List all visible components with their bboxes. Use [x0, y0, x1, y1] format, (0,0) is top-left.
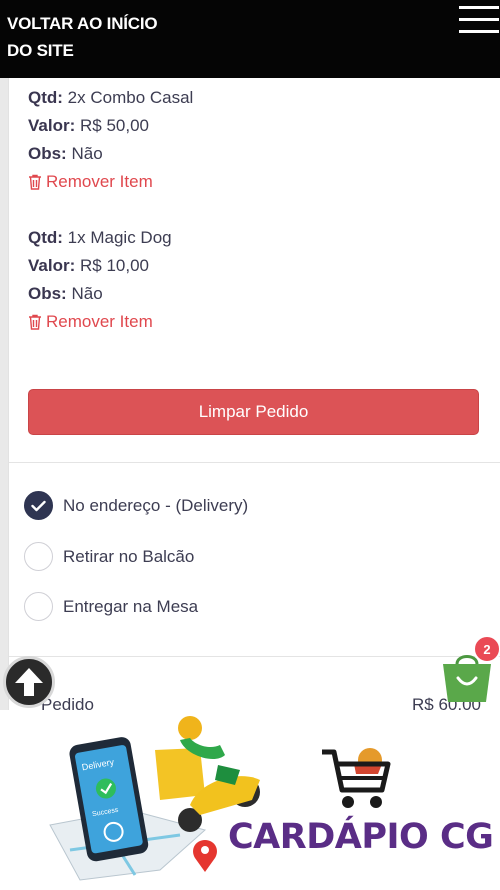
option-label: Entregar na Mesa [63, 596, 199, 616]
delivery-illustration: Delivery Success [49, 716, 260, 881]
option-label: No endereço - (Delivery) [63, 495, 249, 515]
order-summary-row: Pedido R$ 60,00 [41, 695, 481, 710]
top-bar: VOLTAR AO INÍCIO DO SITE [0, 0, 500, 78]
back-to-site-link[interactable]: VOLTAR AO INÍCIO DO SITE [7, 10, 167, 64]
divider [9, 656, 500, 657]
trash-icon [28, 174, 42, 190]
brand-logo: CARDÁPIO CG [228, 817, 494, 857]
remove-item-link[interactable]: Remover Item [28, 308, 172, 336]
divider [9, 462, 500, 463]
option-pickup[interactable]: Retirar no Balcão [24, 542, 194, 571]
cart-item: Qtd: 2x Combo Casal Valor: R$ 50,00 Obs:… [28, 84, 193, 196]
item-notes: Obs: Não [28, 144, 103, 163]
cart-item: Qtd: 1x Magic Dog Valor: R$ 10,00 Obs: N… [28, 224, 172, 336]
clear-order-button[interactable]: Limpar Pedido [28, 389, 479, 435]
item-quantity: Qtd: 1x Magic Dog [28, 228, 172, 247]
order-card: Qtd: 2x Combo Casal Valor: R$ 50,00 Obs:… [8, 78, 500, 710]
promo-banner: Delivery Success CARDÁPIO CG [0, 710, 500, 890]
trash-icon [28, 314, 42, 330]
remove-item-link[interactable]: Remover Item [28, 168, 193, 196]
radio-checked-icon[interactable] [24, 491, 53, 520]
radio-unchecked-icon[interactable] [24, 592, 53, 621]
option-label: Retirar no Balcão [63, 546, 195, 566]
scroll-to-top-button[interactable] [3, 656, 55, 708]
hamburger-menu-icon[interactable] [459, 6, 499, 40]
option-table[interactable]: Entregar na Mesa [24, 592, 198, 621]
cart-count-badge: 2 [473, 635, 500, 663]
item-notes: Obs: Não [28, 284, 103, 303]
item-quantity: Qtd: 2x Combo Casal [28, 88, 194, 107]
arrow-up-icon [15, 668, 43, 696]
option-delivery[interactable]: No endereço - (Delivery) [24, 491, 248, 520]
radio-unchecked-icon[interactable] [24, 542, 53, 571]
shopping-cart-icon [322, 748, 391, 808]
item-price: Valor: R$ 50,00 [28, 116, 149, 135]
item-price: Valor: R$ 10,00 [28, 256, 149, 275]
